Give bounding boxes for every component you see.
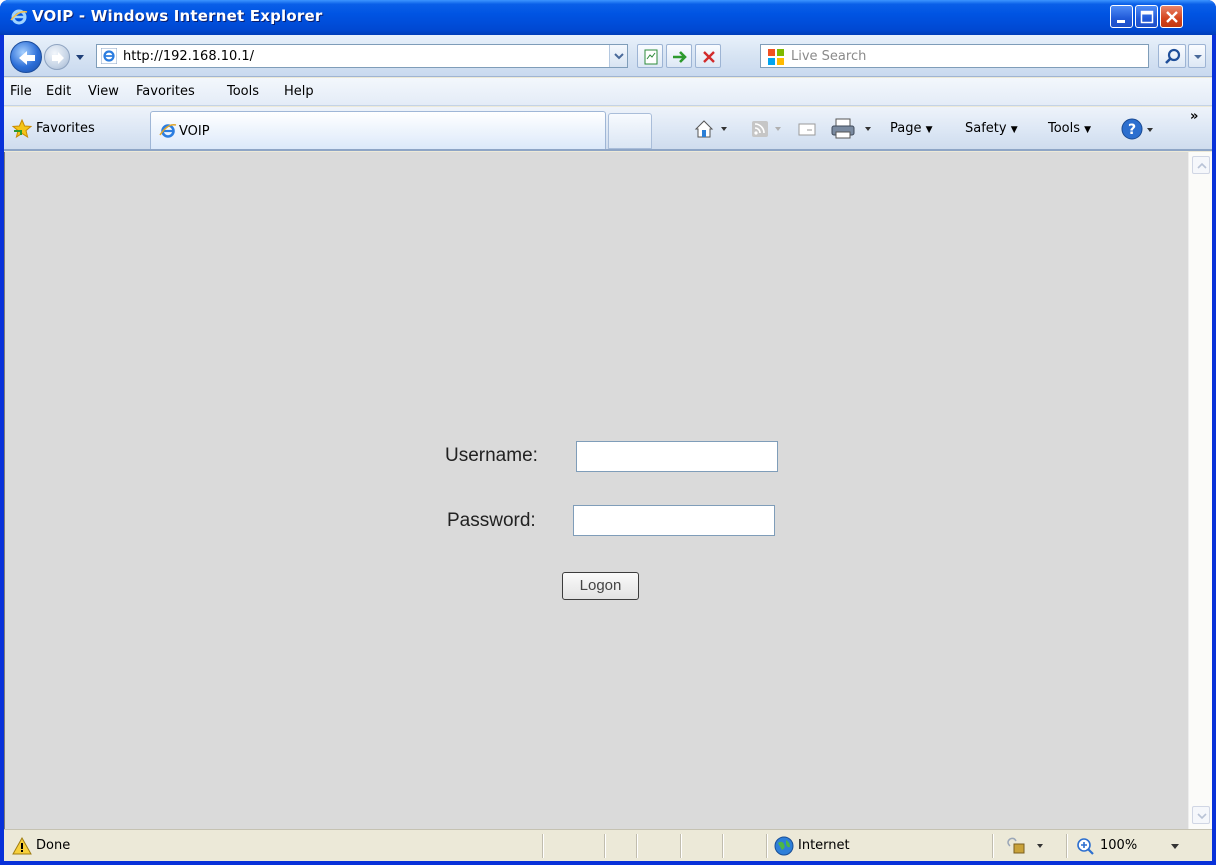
favorites-label: Favorites — [36, 121, 95, 136]
status-divider — [604, 834, 605, 858]
stop-icon — [703, 51, 715, 63]
search-options-button[interactable] — [1188, 44, 1206, 68]
forward-button[interactable] — [44, 44, 70, 70]
menu-tools[interactable]: Tools — [227, 84, 259, 99]
username-label: Username: — [445, 445, 538, 466]
status-bar: Done Internet 100% — [4, 829, 1212, 861]
navigation-bar: http://192.168.10.1/ Live Search — [4, 35, 1212, 77]
page-content: Username: Password: Logon — [4, 152, 1212, 829]
close-icon — [1166, 11, 1178, 23]
forward-arrow-icon — [52, 52, 64, 64]
live-search-icon — [768, 49, 784, 65]
new-tab-button[interactable] — [608, 113, 652, 149]
chevron-down-icon — [614, 53, 624, 60]
maximize-icon — [1140, 10, 1154, 24]
security-zone: Internet — [798, 838, 850, 853]
page-menu[interactable]: Page ▼ — [890, 107, 960, 151]
tools-menu[interactable]: Tools ▼ — [1048, 107, 1114, 151]
status-divider — [542, 834, 543, 858]
scroll-down-button[interactable] — [1192, 806, 1210, 824]
double-chevron-icon: » — [1190, 109, 1199, 124]
chevron-up-icon — [1197, 162, 1207, 169]
svg-text:?: ? — [1128, 122, 1136, 138]
search-button[interactable] — [1158, 44, 1186, 68]
menu-bar: File Edit View Favorites Tools Help — [4, 78, 1212, 106]
mail-icon — [798, 123, 816, 136]
maximize-button[interactable] — [1135, 5, 1158, 28]
address-url: http://192.168.10.1/ — [123, 49, 255, 64]
home-button[interactable] — [694, 107, 734, 151]
home-icon — [694, 120, 727, 138]
feeds-button[interactable] — [750, 107, 790, 151]
tab-title: VOIP — [179, 124, 210, 139]
tools-menu-label: Tools — [1048, 121, 1081, 136]
lock-icon — [1007, 837, 1043, 854]
page-menu-label: Page — [890, 121, 922, 136]
scroll-up-button[interactable] — [1192, 156, 1210, 174]
browser-client: http://192.168.10.1/ Live Search File Ed… — [4, 35, 1212, 861]
rss-feed-icon — [752, 121, 781, 137]
printer-icon — [831, 118, 871, 139]
browser-window: VOIP - Windows Internet Explorer http://… — [0, 0, 1216, 865]
password-label: Password: — [447, 510, 536, 531]
stop-button[interactable] — [695, 44, 721, 68]
globe-icon — [774, 836, 794, 856]
chevron-down-icon — [1197, 813, 1207, 820]
username-input[interactable] — [576, 441, 778, 472]
help-icon: ? — [1121, 118, 1153, 140]
back-arrow-icon — [19, 51, 35, 65]
search-input[interactable]: Live Search — [760, 44, 1149, 68]
minimize-icon — [1117, 20, 1125, 23]
status-divider — [636, 834, 637, 858]
print-button[interactable] — [830, 107, 880, 151]
title-bar[interactable]: VOIP - Windows Internet Explorer — [0, 0, 1216, 35]
warning-icon — [12, 837, 32, 855]
internet-explorer-icon — [101, 48, 117, 64]
internet-explorer-icon — [10, 9, 28, 25]
internet-explorer-icon — [159, 123, 177, 138]
address-bar[interactable]: http://192.168.10.1/ — [96, 44, 628, 68]
address-dropdown-button[interactable] — [609, 45, 627, 67]
search-icon — [1165, 48, 1181, 64]
go-arrow-icon — [673, 51, 687, 63]
zoom-level: 100% — [1100, 838, 1138, 853]
safety-menu[interactable]: Safety ▼ — [965, 107, 1043, 151]
chevron-down-icon — [1194, 55, 1202, 59]
compatibility-view-icon — [644, 49, 658, 65]
go-button[interactable] — [666, 44, 692, 68]
favorites-tab-bar: Favorites VOIP Page ▼ Safety ▼ Tools ▼ ?… — [4, 107, 1212, 151]
search-placeholder: Live Search — [791, 49, 867, 64]
read-mail-button[interactable] — [796, 107, 820, 151]
menu-help[interactable]: Help — [284, 84, 314, 99]
help-menu[interactable]: ? — [1120, 107, 1162, 151]
tab-voip[interactable]: VOIP — [150, 111, 606, 149]
compatibility-view-button[interactable] — [637, 44, 663, 68]
window-title: VOIP - Windows Internet Explorer — [32, 7, 323, 25]
history-dropdown-icon[interactable] — [74, 51, 86, 63]
status-text: Done — [36, 838, 71, 853]
menu-favorites[interactable]: Favorites — [136, 84, 195, 99]
protected-mode-button[interactable] — [1004, 830, 1060, 862]
minimize-button[interactable] — [1110, 5, 1133, 28]
vertical-scrollbar[interactable] — [1188, 152, 1212, 829]
safety-menu-label: Safety — [965, 121, 1007, 136]
chevron-down-icon — [1171, 844, 1179, 849]
close-button[interactable] — [1160, 5, 1183, 28]
overflow-chevron[interactable]: » — [1190, 107, 1206, 151]
status-divider — [992, 834, 993, 858]
favorites-button[interactable]: Favorites — [8, 113, 140, 143]
status-divider — [766, 834, 767, 858]
star-icon — [12, 119, 32, 139]
status-divider — [722, 834, 723, 858]
zoom-icon — [1077, 838, 1094, 855]
password-input[interactable] — [573, 505, 775, 536]
logon-button[interactable]: Logon — [562, 572, 639, 600]
status-divider — [680, 834, 681, 858]
menu-view[interactable]: View — [88, 84, 119, 99]
menu-file[interactable]: File — [10, 84, 32, 99]
back-button[interactable] — [10, 41, 42, 73]
status-divider — [1066, 834, 1067, 858]
menu-edit[interactable]: Edit — [46, 84, 71, 99]
